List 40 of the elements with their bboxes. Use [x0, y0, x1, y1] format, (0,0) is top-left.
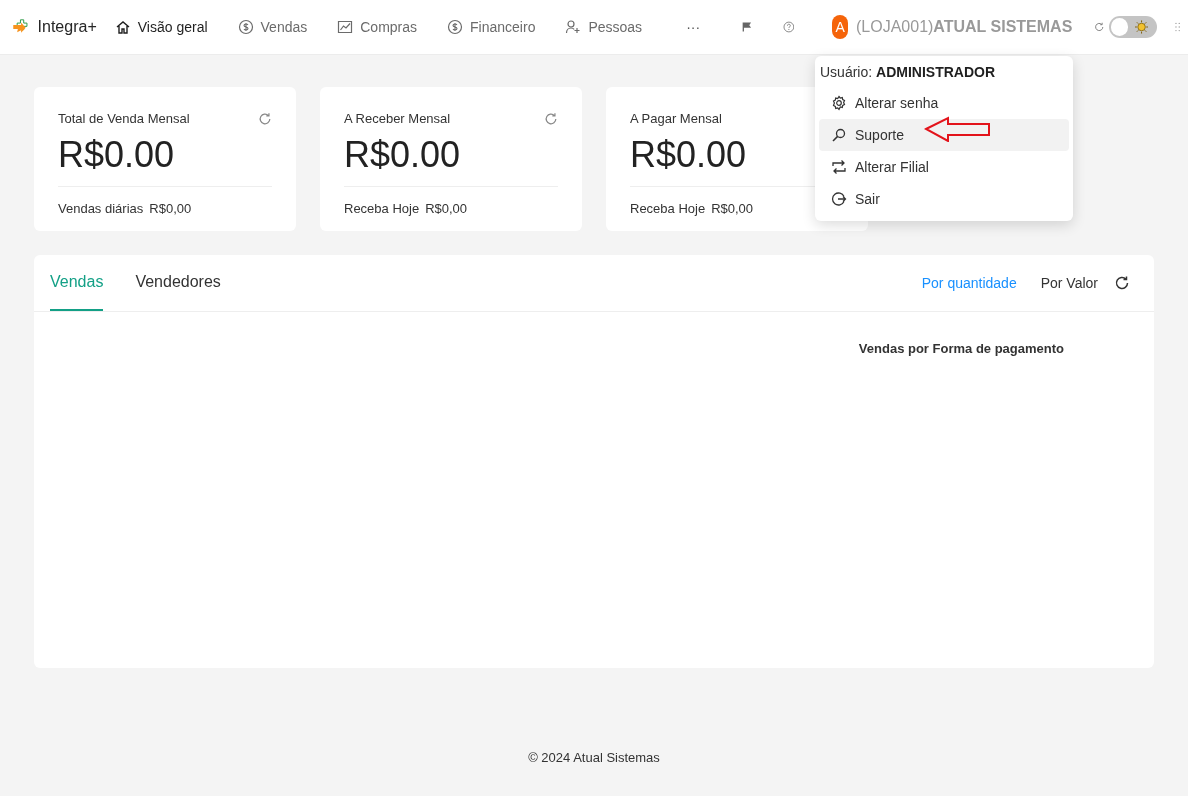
- card-footer-value: R$0,00: [149, 199, 192, 218]
- arrow-annotation-icon: [924, 116, 992, 142]
- logout-icon: [831, 191, 847, 207]
- sun-icon: [1134, 20, 1148, 34]
- card-footer-value: R$0,00: [425, 199, 468, 218]
- gear-icon: [831, 95, 847, 111]
- card-footer-value: R$0,00: [711, 199, 754, 218]
- card-title: Total de Venda Mensal: [58, 110, 190, 128]
- theme-toggle[interactable]: [1108, 16, 1157, 38]
- swap-icon: [831, 159, 847, 175]
- more-button[interactable]: ···: [686, 16, 701, 38]
- app-name: Integra+: [37, 17, 97, 37]
- chart-title: Vendas por Forma de pagamento: [858, 340, 1064, 358]
- line-chart-icon: [337, 19, 354, 35]
- people-icon: [565, 19, 582, 35]
- nav-tab[interactable]: Pessoas: [565, 16, 643, 38]
- copyright-text: © 2024 Atual Sistemas: [528, 749, 660, 767]
- card-value: R$0.00: [344, 132, 461, 177]
- search-icon: [831, 127, 847, 143]
- panel-tab[interactable]: Vendedores: [135, 255, 221, 311]
- nav-tab[interactable]: Vendas: [237, 16, 308, 38]
- card-footer-label: Vendas diárias: [58, 199, 144, 218]
- home-icon: [114, 19, 131, 35]
- menu-item[interactable]: Suporte: [819, 119, 1069, 151]
- card-value: R$0.00: [630, 132, 747, 177]
- card-title: A Receber Mensal: [344, 110, 451, 128]
- nav-tab[interactable]: Compras: [337, 16, 418, 38]
- nav-tab[interactable]: Financeiro: [447, 16, 536, 38]
- flag-icon[interactable]: [742, 19, 753, 35]
- nav-tab[interactable]: Visão geral: [114, 16, 208, 38]
- mode-link[interactable]: Por Valor: [1040, 272, 1098, 294]
- refresh-icon[interactable]: [1114, 275, 1130, 291]
- user-label: Usuário: ADMINISTRADOR: [819, 63, 997, 82]
- apps-grid-icon[interactable]: [1174, 20, 1180, 34]
- card-footer-label: Receba Hoje: [344, 199, 420, 218]
- dollar-icon: [237, 19, 254, 35]
- card-value: R$0.00: [58, 132, 175, 177]
- card-title: A Pagar Mensal: [630, 110, 722, 128]
- card-footer-label: Receba Hoje: [630, 199, 706, 218]
- dollar-icon: [447, 19, 464, 35]
